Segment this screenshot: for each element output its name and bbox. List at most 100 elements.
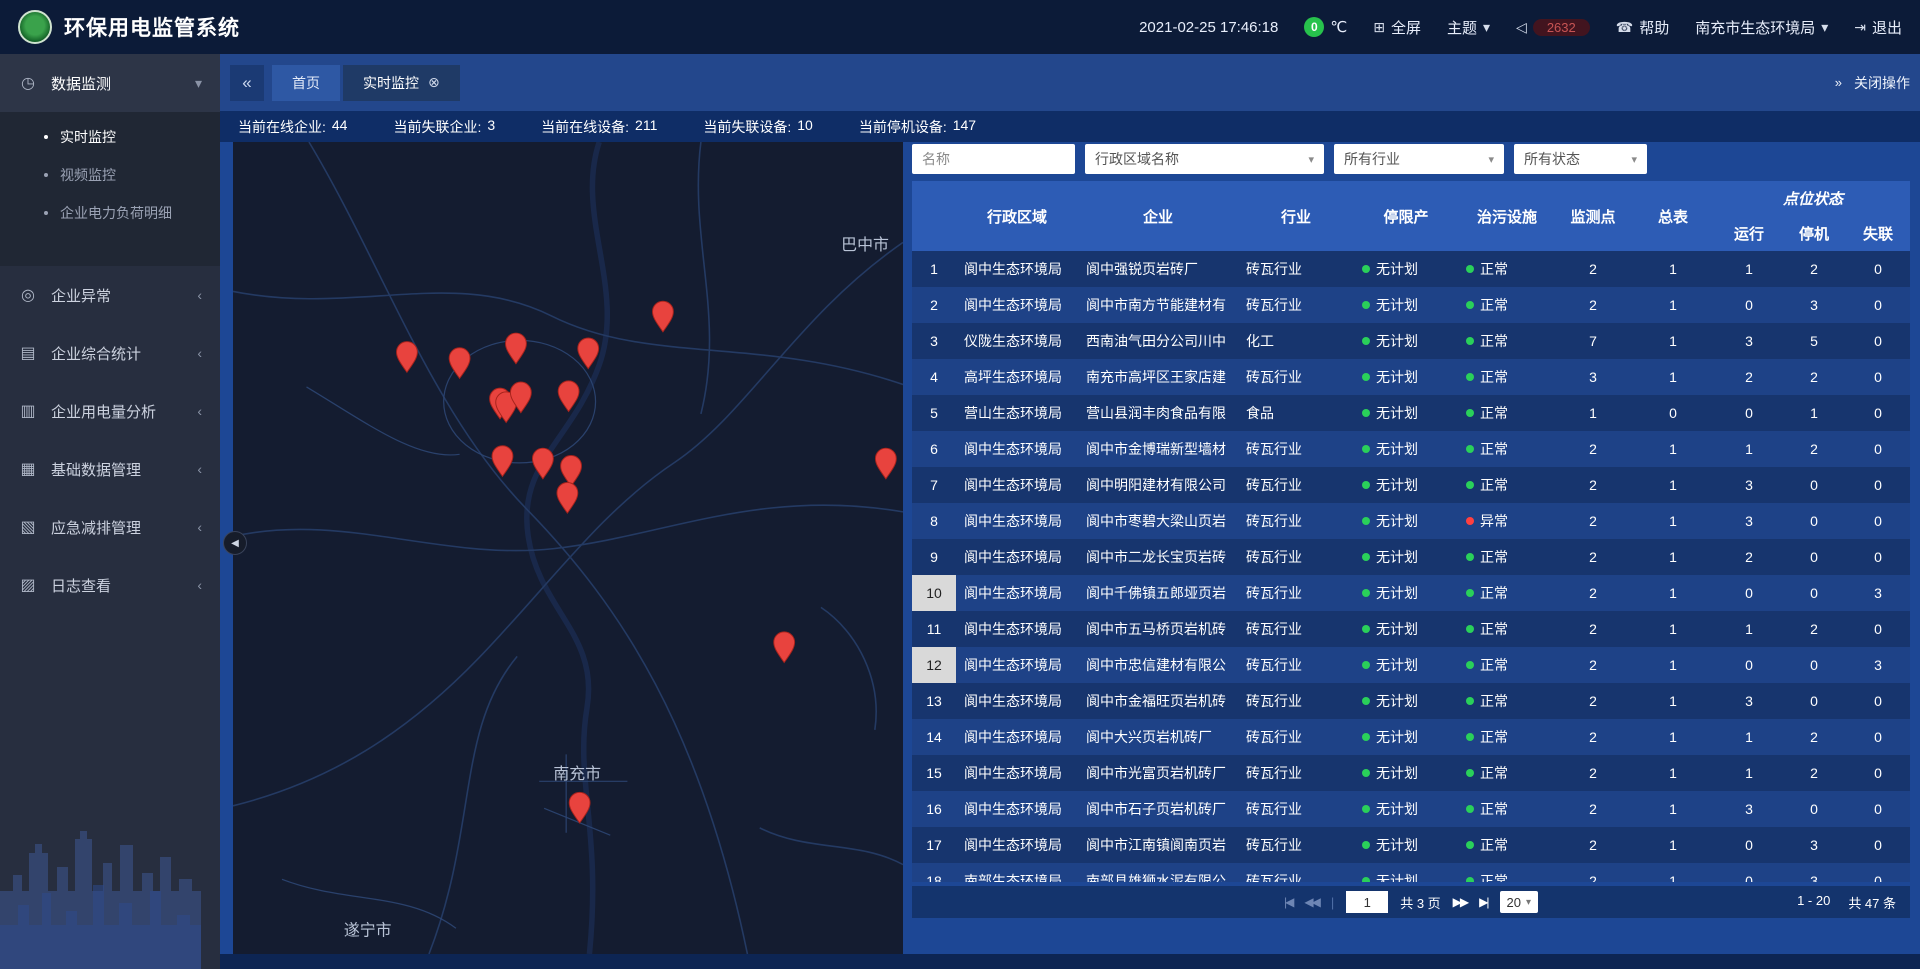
- cell-monitor-points: 2: [1556, 431, 1630, 467]
- logout-button[interactable]: ⇥ 退出: [1854, 17, 1902, 38]
- table-row[interactable]: 5营山生态环境局营山县润丰肉食品有限食品无计划正常10010: [912, 395, 1910, 431]
- close-operations-button[interactable]: 关闭操作: [1854, 73, 1910, 93]
- table-row[interactable]: 18南部生态环境局南部县雄狮水泥有限公砖瓦行业无计划正常21030: [912, 863, 1910, 882]
- column-header-失联: 失联: [1846, 216, 1910, 251]
- cell-total-meters: 1: [1630, 575, 1716, 611]
- cell-limit-status: 无计划: [1354, 503, 1458, 539]
- cell-facility-status: 正常: [1458, 755, 1556, 791]
- fullscreen-button[interactable]: ⊞ 全屏: [1373, 17, 1421, 38]
- cell-disconnected: 0: [1846, 683, 1910, 719]
- status-dot-green-icon: [1362, 625, 1370, 633]
- help-button[interactable]: ☎ 帮助: [1616, 17, 1669, 38]
- map-city-label: 巴中市: [841, 236, 889, 254]
- table-row[interactable]: 13阆中生态环境局阆中市金福旺页岩机砖砖瓦行业无计划正常21300: [912, 683, 1910, 719]
- region-filter-select[interactable]: 行政区域名称 ▾: [1085, 144, 1324, 174]
- cell-stopped: 3: [1782, 863, 1846, 882]
- next-page-button[interactable]: ▶▶: [1453, 895, 1467, 909]
- table-row[interactable]: 14阆中生态环境局阆中大兴页岩机砖厂砖瓦行业无计划正常21120: [912, 719, 1910, 755]
- table-row[interactable]: 15阆中生态环境局阆中市光富页岩机砖厂砖瓦行业无计划正常21120: [912, 755, 1910, 791]
- map-panel[interactable]: 巴中市南充市遂宁市: [233, 142, 903, 954]
- page-number-input[interactable]: [1346, 891, 1388, 913]
- sidebar-collapse-button[interactable]: ◀: [223, 531, 247, 555]
- sidebar-group-基础数据管理[interactable]: ▦基础数据管理‹: [0, 440, 220, 498]
- cell-region: 阆中生态环境局: [956, 647, 1078, 683]
- table-row[interactable]: 9阆中生态环境局阆中市二龙长宝页岩砖砖瓦行业无计划正常21200: [912, 539, 1910, 575]
- cell-limit-status: 无计划: [1354, 791, 1458, 827]
- tab-首页[interactable]: 首页: [272, 65, 340, 101]
- table-row[interactable]: 7阆中生态环境局阆中明阳建材有限公司砖瓦行业无计划正常21300: [912, 467, 1910, 503]
- cell-monitor-points: 2: [1556, 827, 1630, 863]
- sidebar-group-企业综合统计[interactable]: ▤企业综合统计‹: [0, 324, 220, 382]
- cell-limit-status: 无计划: [1354, 647, 1458, 683]
- stat-item: 当前失联企业:3: [393, 117, 495, 137]
- cell-total-meters: 1: [1630, 431, 1716, 467]
- pagination-bar: |◀ ◀◀ | 共 3 页 ▶▶ ▶| 20 ▾ 1 - 20 共 47 条: [912, 886, 1910, 918]
- cell-enterprise: 阆中市光富页岩机砖厂: [1078, 755, 1238, 791]
- table-row[interactable]: 3仪陇生态环境局西南油气田分公司川中化工无计划正常71350: [912, 323, 1910, 359]
- table-row[interactable]: 1阆中生态环境局阆中强锐页岩砖厂砖瓦行业无计划正常21120: [912, 251, 1910, 287]
- cell-stopped: 0: [1782, 575, 1846, 611]
- table-row[interactable]: 4高坪生态环境局南充市高坪区王家店建砖瓦行业无计划正常31220: [912, 359, 1910, 395]
- cell-region: 阆中生态环境局: [956, 287, 1078, 323]
- sidebar: ◷数据监测▾ 实时监控视频监控企业电力负荷明细 ◎企业异常‹▤企业综合统计‹▥企业用…: [0, 54, 220, 969]
- prev-page-button[interactable]: ◀◀: [1304, 895, 1318, 909]
- table-row[interactable]: 6阆中生态环境局阆中市金博瑞新型墙材砖瓦行业无计划正常21120: [912, 431, 1910, 467]
- cell-limit-status: 无计划: [1354, 827, 1458, 863]
- row-index: 11: [912, 611, 956, 647]
- alerts-button[interactable]: ◁ 2632: [1516, 19, 1590, 36]
- table-row[interactable]: 12阆中生态环境局阆中市忠信建材有限公砖瓦行业无计划正常21003: [912, 647, 1910, 683]
- table-row[interactable]: 11阆中生态环境局阆中市五马桥页岩机砖砖瓦行业无计划正常21120: [912, 611, 1910, 647]
- status-dot-green-icon: [1362, 445, 1370, 453]
- stats-bar: 当前在线企业:44当前失联企业:3当前在线设备:211当前失联设备:10当前停机…: [220, 111, 1920, 142]
- row-index: 3: [912, 323, 956, 359]
- stat-value: 10: [797, 117, 813, 137]
- logout-icon: ⇥: [1854, 19, 1866, 36]
- alert-circle-icon: ◎: [18, 285, 38, 305]
- status-filter-select[interactable]: 所有状态 ▾: [1514, 144, 1647, 174]
- page-size-select[interactable]: 20 ▾: [1500, 891, 1539, 913]
- status-dot-green-icon: [1362, 661, 1370, 669]
- last-page-button[interactable]: ▶|: [1479, 895, 1487, 909]
- cell-stopped: 0: [1782, 647, 1846, 683]
- tab-实时监控[interactable]: 实时监控⊗: [343, 65, 460, 101]
- table-row[interactable]: 17阆中生态环境局阆中市江南镇阆南页岩砖瓦行业无计划正常21030: [912, 827, 1910, 863]
- sidebar-group-数据监测[interactable]: ◷数据监测▾: [0, 54, 220, 112]
- sidebar-item-企业电力负荷明细[interactable]: 企业电力负荷明细: [0, 194, 220, 232]
- theme-dropdown[interactable]: 主题 ▾: [1447, 17, 1490, 38]
- chevron-down-icon: ▾: [1526, 897, 1531, 908]
- chevron-left-icon: ‹: [197, 403, 202, 419]
- sidebar-item-实时监控[interactable]: 实时监控: [0, 118, 220, 156]
- table-row[interactable]: 2阆中生态环境局阆中市南方节能建材有砖瓦行业无计划正常21030: [912, 287, 1910, 323]
- row-index: 16: [912, 791, 956, 827]
- sidebar-group-企业用电量分析[interactable]: ▥企业用电量分析‹: [0, 382, 220, 440]
- tab-close-icon[interactable]: ⊗: [428, 74, 440, 91]
- name-filter-input[interactable]: [912, 144, 1075, 174]
- cell-stopped: 0: [1782, 467, 1846, 503]
- cell-enterprise: 西南油气田分公司川中: [1078, 323, 1238, 359]
- map-city-label: 南充市: [553, 765, 601, 783]
- sidebar-item-视频监控[interactable]: 视频监控: [0, 156, 220, 194]
- table-row[interactable]: 10阆中生态环境局阆中千佛镇五郎垭页岩砖瓦行业无计划正常21003: [912, 575, 1910, 611]
- sidebar-group-应急减排管理[interactable]: ▧应急减排管理‹: [0, 498, 220, 556]
- table-row[interactable]: 16阆中生态环境局阆中市石子页岩机砖厂砖瓦行业无计划正常21300: [912, 791, 1910, 827]
- cell-facility-status: 正常: [1458, 611, 1556, 647]
- sidebar-group-label: 应急减排管理: [51, 517, 141, 538]
- cell-monitor-points: 2: [1556, 287, 1630, 323]
- cell-enterprise: 南充市高坪区王家店建: [1078, 359, 1238, 395]
- stat-value: 3: [487, 117, 495, 137]
- status-dot-green-icon: [1362, 517, 1370, 525]
- cell-total-meters: 1: [1630, 251, 1716, 287]
- cell-monitor-points: 2: [1556, 467, 1630, 503]
- sidebar-group-企业异常[interactable]: ◎企业异常‹: [0, 266, 220, 324]
- org-dropdown[interactable]: 南充市生态环境局 ▾: [1695, 17, 1828, 38]
- cell-monitor-points: 2: [1556, 863, 1630, 882]
- industry-filter-select[interactable]: 所有行业 ▾: [1334, 144, 1504, 174]
- first-page-button[interactable]: |◀: [1284, 895, 1292, 909]
- table-row[interactable]: 8阆中生态环境局阆中市枣碧大梁山页岩砖瓦行业无计划异常21300: [912, 503, 1910, 539]
- sidebar-group-日志查看[interactable]: ▨日志查看‹: [0, 556, 220, 614]
- cell-running: 3: [1716, 467, 1782, 503]
- tab-scroll-right-button[interactable]: »: [1835, 75, 1840, 90]
- tab-scroll-left-button[interactable]: «: [230, 65, 264, 101]
- cell-disconnected: 0: [1846, 791, 1910, 827]
- cell-limit-status: 无计划: [1354, 863, 1458, 882]
